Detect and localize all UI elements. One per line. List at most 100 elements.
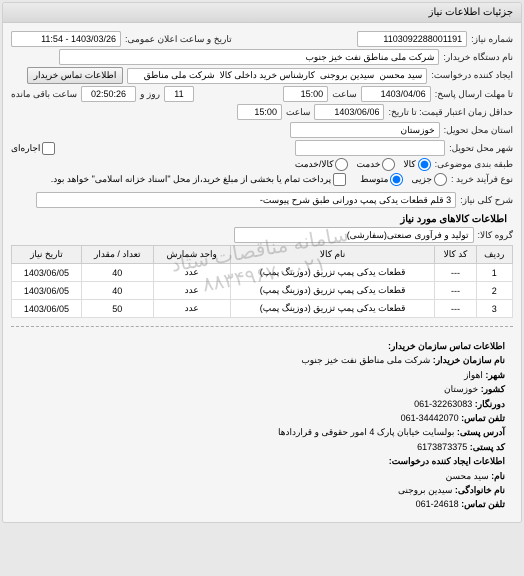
table-cell: عدد xyxy=(153,282,230,300)
lbl-contact-title: اطلاعات تماس سازمان خریدار: xyxy=(388,341,505,351)
table-cell: 40 xyxy=(81,264,153,282)
table-cell: 1403/06/05 xyxy=(12,264,82,282)
buyer-org-input[interactable] xyxy=(59,49,439,65)
table-row[interactable]: 1---قطعات یدکی پمپ تزریق (دوزینگ پمپ)عدد… xyxy=(12,264,513,282)
table-row[interactable]: 3---قطعات یدکی پمپ تزریق (دوزینگ پمپ)عدد… xyxy=(12,300,513,318)
need-details-panel: جزئیات اطلاعات نیاز شماره نیاز: تاریخ و … xyxy=(2,2,522,523)
lbl-phone-c: تلفن تماس: xyxy=(461,413,505,423)
table-row[interactable]: 2---قطعات یدکی پمپ تزریق (دوزینگ پمپ)عدد… xyxy=(12,282,513,300)
lbl-creator-title: اطلاعات ایجاد کننده درخواست: xyxy=(389,456,505,466)
process-type-group: جزیی متوسط xyxy=(360,173,447,186)
contact-buyer-button[interactable]: اطلاعات تماس خریدار xyxy=(27,67,124,84)
lbl-addr-c: آدرس پستی: xyxy=(457,427,505,437)
lbl-summary: شرح کلی نیاز: xyxy=(460,195,513,206)
th-row: ردیف xyxy=(476,246,512,264)
table-cell: 1403/06/05 xyxy=(12,282,82,300)
opt-goods-svc[interactable]: کالا/خدمت xyxy=(295,158,349,171)
lbl-creator: ایجاد کننده درخواست: xyxy=(431,70,513,81)
table-cell: 1 xyxy=(476,264,512,282)
lbl-city-c: شهر: xyxy=(485,370,505,380)
validity-date-input[interactable] xyxy=(314,104,384,120)
lbl-process-type: نوع فرآیند خرید : xyxy=(451,174,513,185)
lbl-phone2: تلفن تماس: xyxy=(461,499,505,509)
lbl-group: گروه کالا: xyxy=(478,230,513,241)
opt-medium[interactable]: متوسط xyxy=(360,173,403,186)
contact-info-block: اطلاعات تماس سازمان خریدار: نام سازمان خ… xyxy=(11,335,513,516)
lbl-postal-c: کد پستی: xyxy=(470,442,505,452)
radio-medium[interactable] xyxy=(390,173,403,186)
lbl-deadline: تا مهلت ارسال پاسخ: xyxy=(435,89,513,100)
lbl-announce-dt: تاریخ و ساعت اعلان عمومی: xyxy=(125,34,232,45)
lbl-req-no: شماره نیاز: xyxy=(471,34,513,45)
deadline-time-input[interactable] xyxy=(283,86,328,102)
radio-small[interactable] xyxy=(434,173,447,186)
table-cell: --- xyxy=(435,282,476,300)
lbl-rent: اجاره‌ای xyxy=(11,143,40,154)
val-fname: سید محسن xyxy=(446,471,489,481)
th-code: کد کالا xyxy=(435,246,476,264)
table-cell: 1403/06/05 xyxy=(12,300,82,318)
creator-input[interactable] xyxy=(127,68,427,84)
table-cell: --- xyxy=(435,264,476,282)
group-input[interactable] xyxy=(234,227,474,243)
panel-title: جزئیات اطلاعات نیاز xyxy=(3,3,521,23)
validity-time-input[interactable] xyxy=(237,104,282,120)
rent-checkbox[interactable] xyxy=(42,142,55,155)
radio-goods-svc[interactable] xyxy=(335,158,348,171)
table-cell: قطعات یدکی پمپ تزریق (دوزینگ پمپ) xyxy=(230,300,435,318)
lbl-time-sep: ساعت xyxy=(332,89,357,100)
th-date: تاریخ نیاز xyxy=(12,246,82,264)
th-unit: واحد شمارش xyxy=(153,246,230,264)
lbl-fname: نام: xyxy=(491,471,505,481)
val-postal: 6173873375 xyxy=(417,442,467,452)
items-table: ردیف کد کالا نام کالا واحد شمارش تعداد /… xyxy=(11,245,513,318)
table-cell: 50 xyxy=(81,300,153,318)
req-no-input[interactable] xyxy=(357,31,467,47)
table-cell: عدد xyxy=(153,264,230,282)
th-name: نام کالا xyxy=(230,246,435,264)
val-lname: سیدین بروجنی xyxy=(398,485,452,495)
table-cell: 40 xyxy=(81,282,153,300)
val-org: شرکت ملی مناطق نفت خیز جنوب xyxy=(301,355,430,365)
val-fax: 32263083-061 xyxy=(414,399,472,409)
lbl-city: شهر محل تحویل: xyxy=(449,143,513,154)
val-addr: بولسایت خیابان پارک 4 امور حقوقی و قرارد… xyxy=(278,427,454,437)
lbl-pkg-type: طبقه بندی موضوعی: xyxy=(435,159,513,170)
opt-small[interactable]: جزیی xyxy=(411,173,447,186)
val-phone2: 24618-061 xyxy=(416,499,459,509)
opt-service[interactable]: خدمت xyxy=(356,158,395,171)
lbl-lname: نام خانوادگی: xyxy=(455,485,505,495)
divider xyxy=(11,326,513,327)
table-cell: قطعات یدکی پمپ تزریق (دوزینگ پمپ) xyxy=(230,264,435,282)
lbl-country-c: کشور: xyxy=(481,384,505,394)
lbl-org-name: نام سازمان خریدار: xyxy=(433,355,505,365)
pay-note-wrap[interactable]: پرداخت تمام یا بخشی از مبلغ خرید،از محل … xyxy=(51,173,346,186)
lbl-fax-c: دورنگار: xyxy=(475,399,505,409)
announce-dt-input[interactable] xyxy=(11,31,121,47)
opt-goods[interactable]: کالا xyxy=(403,158,430,171)
pay-note-checkbox[interactable] xyxy=(333,173,346,186)
table-cell: قطعات یدکی پمپ تزریق (دوزینگ پمپ) xyxy=(230,282,435,300)
radio-goods[interactable] xyxy=(418,158,431,171)
pkg-type-group: کالا خدمت کالا/خدمت xyxy=(295,158,431,171)
table-cell: 2 xyxy=(476,282,512,300)
lbl-time-sep2: ساعت xyxy=(286,107,311,118)
val-city: اهواز xyxy=(464,370,483,380)
lbl-validity: حداقل زمان اعتبار قیمت: تا تاریخ: xyxy=(388,107,513,118)
radio-service[interactable] xyxy=(382,158,395,171)
lbl-province: استان محل تحویل: xyxy=(444,125,513,136)
val-phone: 34442070-061 xyxy=(401,413,459,423)
summary-input[interactable] xyxy=(36,192,456,208)
remaining-time-input xyxy=(81,86,136,102)
lbl-remain-days: روز و xyxy=(140,89,160,100)
rent-checkbox-wrap[interactable]: اجاره‌ای xyxy=(11,142,55,155)
val-country: خوزستان xyxy=(444,384,478,394)
lbl-buyer-org: نام دستگاه خریدار: xyxy=(443,52,513,63)
remaining-days-input xyxy=(164,86,194,102)
province-input[interactable] xyxy=(290,122,440,138)
city-input[interactable] xyxy=(295,140,445,156)
table-cell: --- xyxy=(435,300,476,318)
deadline-date-input[interactable] xyxy=(361,86,431,102)
table-cell: 3 xyxy=(476,300,512,318)
lbl-remain-suffix: ساعت باقی مانده xyxy=(11,89,77,100)
